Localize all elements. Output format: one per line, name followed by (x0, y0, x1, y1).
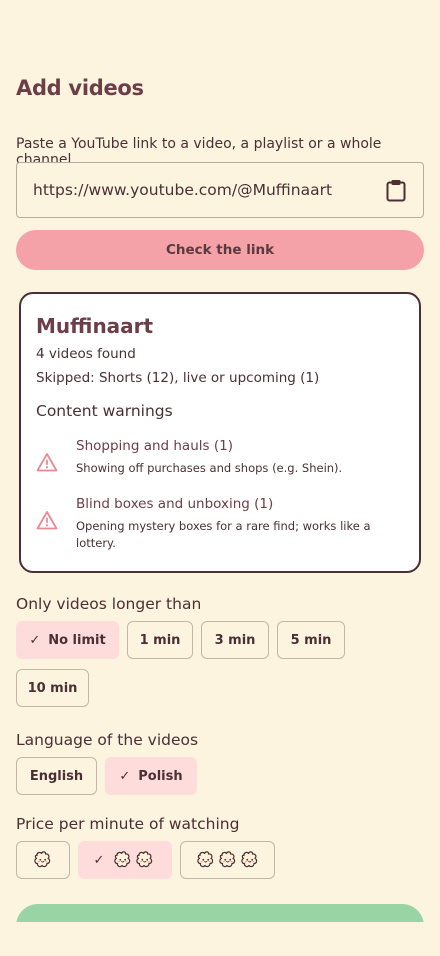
chip-label: No limit (48, 632, 106, 648)
warning-description: Showing off purchases and shops (e.g. Sh… (76, 461, 343, 475)
muffin-icon (239, 849, 261, 871)
muffin-icon (217, 849, 239, 871)
muffin-group (112, 849, 156, 871)
price-option-2[interactable]: ✓ (78, 841, 172, 879)
page-title: Add videos (16, 76, 144, 100)
duration-option-10-min[interactable]: 10 min (16, 669, 89, 707)
content-warnings-title: Content warnings (36, 402, 173, 420)
language-option-polish[interactable]: ✓ Polish (105, 757, 197, 795)
chip-label: 3 min (214, 632, 256, 648)
check-link-button[interactable]: Check the link (16, 230, 424, 270)
muffin-group (195, 849, 261, 871)
chip-label: 5 min (290, 632, 332, 648)
price-option-3[interactable] (180, 841, 275, 879)
duration-option-3-min[interactable]: 3 min (201, 621, 269, 659)
chip-label: 10 min (27, 680, 78, 696)
chip-label: English (29, 768, 84, 784)
duration-option-1-min[interactable]: 1 min (127, 621, 193, 659)
videos-skipped: Skipped: Shorts (12), live or upcoming (… (36, 370, 320, 386)
price-label: Price per minute of watching (16, 815, 240, 833)
videos-found: 4 videos found (36, 346, 136, 362)
warning-icon (36, 510, 60, 532)
duration-label: Only videos longer than (16, 595, 202, 613)
language-label: Language of the videos (16, 731, 199, 749)
warning-icon (36, 452, 60, 474)
language-option-english[interactable]: English (16, 757, 97, 795)
muffin-icon (112, 849, 134, 871)
warning-label: Blind boxes and unboxing (1) (76, 496, 274, 512)
chip-label: 1 min (139, 632, 181, 648)
duration-option-5-min[interactable]: 5 min (277, 621, 345, 659)
check-icon: ✓ (29, 632, 41, 648)
muffin-group (32, 849, 54, 871)
muffin-icon (32, 849, 54, 871)
duration-option-no-limit[interactable]: ✓ No limit (16, 621, 119, 659)
clipboard-icon[interactable] (385, 178, 407, 202)
bottom-fade (0, 922, 440, 956)
muffin-icon (134, 849, 156, 871)
channel-result-card: Muffinaart 4 videos found Skipped: Short… (19, 292, 421, 573)
warning-label: Shopping and hauls (1) (76, 438, 233, 454)
muffin-icon (195, 849, 217, 871)
add-videos-page: Add videos Paste a YouTube link to a vid… (0, 0, 440, 956)
warning-description: Opening mystery boxes for a rare find; w… (76, 519, 371, 550)
link-input-box[interactable] (16, 162, 424, 218)
price-option-1[interactable] (16, 841, 70, 879)
channel-name: Muffinaart (36, 314, 154, 338)
chip-label: Polish (138, 768, 183, 784)
check-icon: ✓ (119, 768, 131, 784)
check-icon: ✓ (93, 852, 105, 868)
link-input[interactable] (33, 181, 385, 199)
